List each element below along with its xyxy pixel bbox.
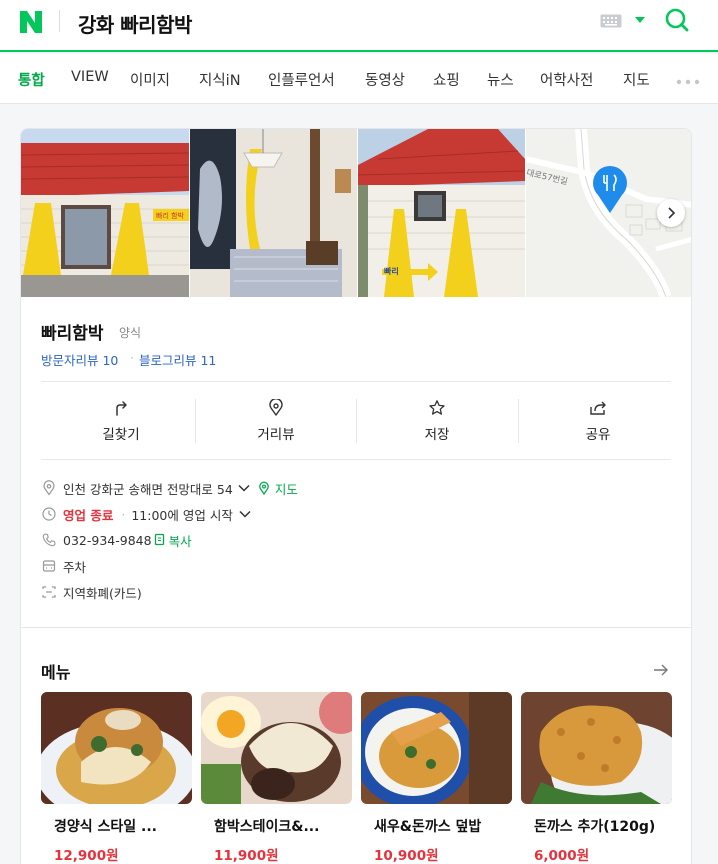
header-divider <box>59 10 60 32</box>
menu-item-name: 돈까스 추가(120g) <box>534 819 656 835</box>
menu-item-price: 10,900원 <box>374 848 439 864</box>
arrow-sign-text: 빠리 <box>384 266 399 276</box>
place-name[interactable]: 빠리함박 <box>41 319 104 344</box>
review-separator: · <box>130 351 134 365</box>
payment-text: 지역화폐(카드) <box>63 585 142 601</box>
tab-view[interactable]: VIEW <box>71 69 109 85</box>
tab-video[interactable]: 동영상 <box>365 69 405 90</box>
payment-icon <box>42 586 56 598</box>
menu-item[interactable]: 새우&돈까스 덮밥 10,900원 <box>361 692 512 864</box>
menu-item-price: 12,900원 <box>54 848 119 864</box>
star-icon <box>429 400 445 415</box>
blog-review-link[interactable]: 블로그리뷰 11 <box>139 350 216 369</box>
tab-news[interactable]: 뉴스 <box>487 69 514 90</box>
save-label: 저장 <box>424 427 450 443</box>
menu-item-photo[interactable] <box>201 692 352 804</box>
tab-integrated[interactable]: 통합 <box>18 69 45 90</box>
chevron-down-icon[interactable] <box>238 507 252 521</box>
share-button[interactable]: 공유 <box>518 399 678 447</box>
sign-text: 빠리 함박 <box>156 211 185 220</box>
menu-item-name: 새우&돈까스 덮밥 <box>374 819 482 835</box>
status-badge: 영업 종료 <box>63 507 114 523</box>
address-text[interactable]: 인천 강화군 송해면 전망대로 54 <box>63 479 233 498</box>
search-query[interactable]: 강화 빠리함박 <box>78 9 192 38</box>
save-button[interactable]: 저장 <box>357 399 517 447</box>
street-view-button[interactable]: 거리뷰 <box>196 399 356 447</box>
street-view-icon <box>269 399 283 416</box>
menu-item-photo[interactable] <box>521 692 672 804</box>
section-divider <box>21 627 691 628</box>
photo-exterior[interactable]: 빠리 함박 <box>21 129 189 297</box>
photo-interior[interactable] <box>190 129 357 297</box>
chevron-down-icon[interactable] <box>237 481 251 495</box>
hours-text[interactable]: 11:00에 영업 시작 <box>131 505 232 524</box>
place-category: 양식 <box>119 326 142 340</box>
directions-icon <box>116 401 127 416</box>
divider <box>41 381 671 382</box>
tab-map[interactable]: 지도 <box>623 69 650 90</box>
payment-row: 지역화폐(카드) <box>41 582 142 602</box>
phone-icon <box>42 533 56 547</box>
map-link[interactable]: 지도 <box>275 479 298 498</box>
hours-row: 영업 종료 · 11:00에 영업 시작 <box>41 504 252 524</box>
search-tabs: 통합 VIEW 이미지 지식iN 인플루언서 동영상 쇼핑 뉴스 어학사전 지도 <box>0 54 718 104</box>
photo-storefront[interactable]: 빠리 <box>358 129 525 297</box>
share-icon <box>590 401 606 415</box>
photo-strip: 빠리 함박 빠리 대로57번길 <box>21 129 691 299</box>
menu-item[interactable]: 경양식 스타일 ... 12,900원 <box>41 692 192 864</box>
search-header: 강화 빠리함박 <box>0 0 718 52</box>
street-view-label: 거리뷰 <box>257 427 295 443</box>
copy-button[interactable]: 복사 <box>169 531 192 550</box>
menu-item-name: 함박스테이크&... <box>214 819 320 835</box>
phone-number[interactable]: 032-934-9848 <box>63 533 152 548</box>
clock-icon <box>42 507 56 521</box>
location-pin-icon <box>43 480 55 496</box>
directions-button[interactable]: 길찾기 <box>41 399 201 447</box>
photo-map[interactable]: 대로57번길 <box>526 129 691 297</box>
parking-row: 주차 <box>41 556 86 576</box>
tab-kin[interactable]: 지식iN <box>199 69 241 90</box>
keyboard-icon[interactable] <box>600 14 622 28</box>
dropdown-arrow-icon[interactable] <box>634 16 646 24</box>
divider <box>41 459 671 460</box>
tab-influencer[interactable]: 인플루언서 <box>268 69 335 90</box>
menu-item[interactable]: 함박스테이크&... 11,900원 <box>201 692 352 864</box>
menu-item-name: 경양식 스타일 ... <box>54 819 157 835</box>
search-icon[interactable] <box>664 7 690 33</box>
menu-item-photo[interactable] <box>41 692 192 804</box>
map-next-button[interactable] <box>657 199 685 227</box>
share-label: 공유 <box>585 427 611 443</box>
more-icon[interactable] <box>676 79 700 85</box>
parking-text: 주차 <box>63 559 87 575</box>
menu-title: 메뉴 <box>41 663 71 682</box>
chevron-right-icon <box>668 207 676 219</box>
address-row: 인천 강화군 송해면 전망대로 54 지도 <box>41 478 298 498</box>
tab-dictionary[interactable]: 어학사전 <box>540 69 593 90</box>
tab-shopping[interactable]: 쇼핑 <box>433 69 460 90</box>
phone-row: 032-934-9848 복사 <box>41 530 192 550</box>
menu-item-photo[interactable] <box>361 692 512 804</box>
directions-label: 길찾기 <box>102 427 140 443</box>
place-card: 빠리 함박 빠리 대로57번길 빠리함박 양식 방문자리뷰 10 · 블로그리뷰… <box>20 128 692 864</box>
tab-image[interactable]: 이미지 <box>130 69 170 90</box>
arrow-right-icon[interactable] <box>653 663 669 677</box>
map-pin-small-icon <box>259 481 269 495</box>
parking-icon <box>42 560 56 572</box>
menu-item-price: 6,000원 <box>534 848 590 864</box>
visitor-review-link[interactable]: 방문자리뷰 10 <box>41 350 118 369</box>
copy-icon[interactable] <box>154 533 166 547</box>
naver-logo[interactable] <box>18 9 44 35</box>
menu-item[interactable]: 돈까스 추가(120g) 6,000원 <box>521 692 672 864</box>
menu-item-price: 11,900원 <box>214 848 279 864</box>
hours-separator: · <box>121 506 126 522</box>
